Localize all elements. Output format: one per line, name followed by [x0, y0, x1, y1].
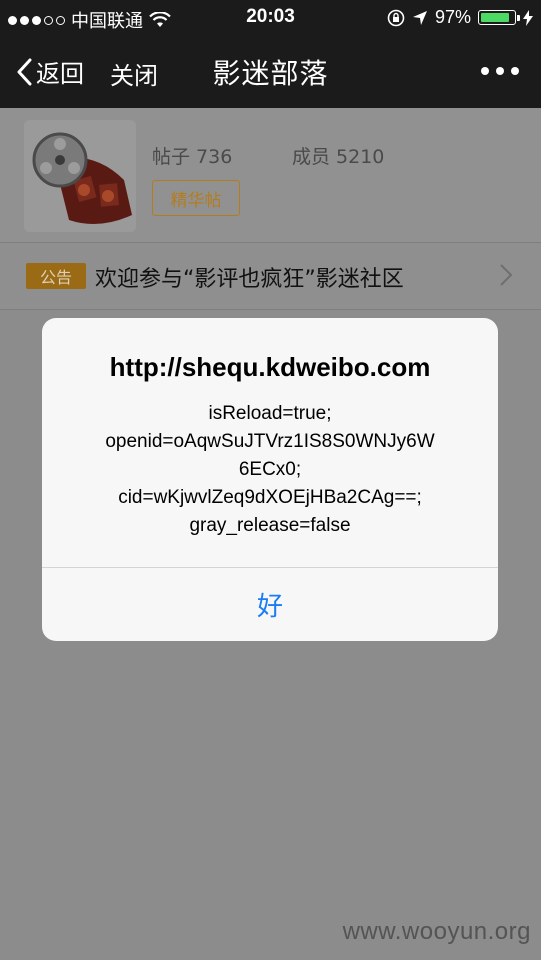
location-arrow-icon — [412, 10, 427, 25]
watermark: www.wooyun.org — [342, 918, 531, 945]
alert-message-line: isReload=true; — [208, 403, 332, 424]
alert-message-line: openid=oAqwSuJTVrz1IS8S0WNJy6W — [105, 431, 435, 452]
posts-count: 帖子 736 — [152, 146, 233, 168]
page-title: 影迷部落 — [212, 57, 329, 90]
alert-message: isReload=true; openid=oAqwSuJTVrz1IS8S0W… — [62, 400, 478, 540]
status-bar: 中国联通 20:03 97% — [0, 0, 541, 36]
chevron-right-icon — [500, 264, 513, 286]
announcement-text: 欢迎参与“影评也疯狂”影迷社区 — [95, 267, 404, 292]
alert-message-line: 6ECx0; — [238, 459, 302, 480]
alert-ok-button[interactable]: 好 — [42, 568, 498, 641]
announcement-row[interactable]: 公告 欢迎参与“影评也疯狂”影迷社区 — [0, 242, 541, 310]
navigation-bar: 返回 关闭 影迷部落 — [0, 36, 541, 108]
more-options-button[interactable] — [481, 67, 519, 75]
members-count: 成员 5210 — [292, 146, 385, 168]
alert-message-line: gray_release=false — [189, 515, 351, 536]
battery-icon — [478, 10, 520, 25]
announcement-badge: 公告 — [26, 263, 86, 289]
status-right: 97% — [387, 7, 533, 28]
charging-bolt-icon — [523, 9, 533, 26]
battery-percent: 97% — [434, 7, 471, 27]
community-avatar-film-reel — [24, 120, 136, 232]
alert-dialog: http://shequ.kdweibo.com isReload=true; … — [42, 318, 498, 641]
rotation-lock-icon — [387, 9, 405, 26]
alert-title: http://shequ.kdweibo.com — [109, 352, 431, 382]
alert-message-line: cid=wKjwvlZeq9dXOEjHBa2CAg==; — [118, 487, 422, 508]
community-header: 帖子 736 成员 5210 精华帖 — [0, 108, 541, 242]
elite-posts-button[interactable]: 精华帖 — [152, 180, 240, 216]
